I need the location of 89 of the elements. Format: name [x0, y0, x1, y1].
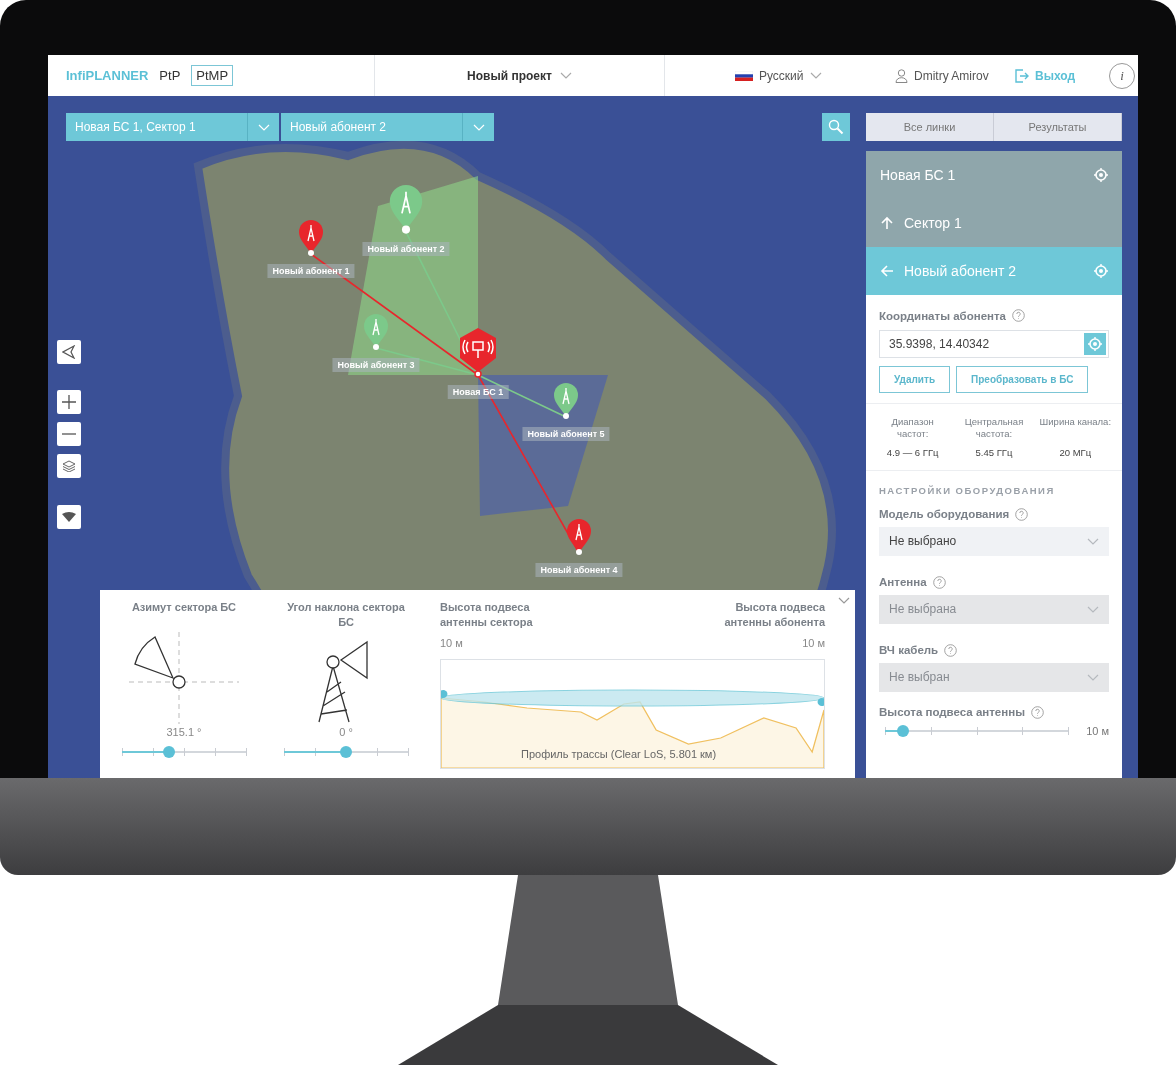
- app-logo: InfiPLANNER: [66, 68, 149, 83]
- tower-pin-icon[interactable]: [298, 219, 324, 257]
- field-label: ВЧ кабель: [879, 644, 939, 657]
- tower-pin-icon[interactable]: [553, 382, 579, 420]
- locate-button[interactable]: [1084, 333, 1106, 355]
- help-icon[interactable]: [1031, 705, 1044, 719]
- search-icon: [828, 119, 844, 135]
- tower-pin-icon[interactable]: [388, 183, 424, 235]
- chevron-down-icon: [257, 123, 270, 131]
- marker-label: Новый абонент 2: [362, 242, 450, 256]
- stat-label: Центральная частота:: [963, 416, 1025, 441]
- plus-icon: [62, 395, 76, 409]
- tree-item[interactable]: Сектор 1: [866, 199, 1122, 247]
- tree-item[interactable]: Новая БС 1: [866, 151, 1122, 199]
- chevron-down-icon: [559, 72, 572, 79]
- profile-caption: Профиль трассы (Clear LoS, 5.801 км): [521, 747, 717, 760]
- slider-reading: 315.1 °: [166, 726, 202, 738]
- signal-icon: [62, 512, 76, 522]
- project-menu[interactable]: Новый проект: [461, 67, 578, 84]
- layers-button[interactable]: [57, 454, 81, 478]
- base-station-marker-icon[interactable]: [458, 328, 498, 378]
- arrow-left-icon: [880, 264, 894, 278]
- stat-value: 4.9 — 6 ГГц: [885, 446, 940, 458]
- user-icon: [895, 68, 908, 83]
- arrow-up-icon: [880, 216, 894, 230]
- field-label: Высота подвеса антенны: [879, 706, 1025, 719]
- language-menu[interactable]: Русский: [729, 67, 889, 84]
- chevron-down-icon: [1087, 673, 1099, 681]
- chevron-down-icon: [1087, 537, 1099, 545]
- dropdown-field[interactable]: Не выбрано: [879, 526, 1109, 556]
- logout-icon: [1015, 68, 1029, 83]
- layers-icon: [62, 460, 76, 472]
- target-icon: [1094, 264, 1108, 278]
- info-button[interactable]: i: [1109, 62, 1135, 89]
- navigate-icon: [62, 345, 76, 359]
- help-icon[interactable]: [932, 575, 946, 589]
- slider-reading: 0 °: [339, 726, 353, 738]
- stat-value: 20 МГц: [1058, 446, 1093, 458]
- target-icon: [1094, 168, 1108, 182]
- flag-icon: [735, 70, 753, 81]
- map-selector[interactable]: Новый абонент 2: [281, 113, 494, 141]
- marker-label: Новый абонент 4: [535, 563, 623, 577]
- signal-button[interactable]: [57, 505, 81, 529]
- coordinates-field[interactable]: 35.9398, 14.40342: [879, 330, 1109, 358]
- stat-label: Ширина канала:: [1038, 416, 1113, 429]
- help-icon[interactable]: [1012, 309, 1025, 322]
- zoom-in-button[interactable]: [57, 390, 81, 414]
- panel-title: Высота подвеса антенны сектора: [440, 600, 534, 631]
- field-label: Антенна: [879, 576, 927, 589]
- panel-title: Азимут сектора БС: [131, 600, 237, 615]
- panel-tab[interactable]: Результаты: [994, 113, 1122, 141]
- tree-item[interactable]: Новый абонент 2: [866, 247, 1122, 295]
- marker-label: Новый абонент 3: [332, 358, 420, 372]
- panel-title: Высота подвеса антенны абонента: [723, 600, 825, 631]
- action-button[interactable]: Преобразовать в БС: [956, 366, 1089, 393]
- minus-icon: [62, 433, 76, 435]
- stat-value: 5.45 ГГц: [974, 446, 1014, 458]
- marker-label: Новый абонент 5: [522, 427, 610, 441]
- zoom-out-button[interactable]: [57, 422, 81, 446]
- action-button[interactable]: Удалить: [879, 366, 951, 393]
- tower-pin-icon[interactable]: [363, 313, 389, 351]
- search-button[interactable]: [822, 113, 850, 141]
- chevron-down-icon: [838, 596, 850, 604]
- panel-title: Угол наклона сектора БС: [286, 600, 406, 631]
- section-title: НАСТРОЙКИ ОБОРУДОВАНИЯ: [879, 484, 1056, 496]
- chevron-down-icon: [1087, 605, 1099, 613]
- slider-reading: 10 м: [1086, 724, 1109, 737]
- logout-link[interactable]: Выход: [1009, 67, 1109, 84]
- chevron-down-icon: [472, 123, 485, 131]
- tower-pin-icon[interactable]: [566, 518, 592, 556]
- target-icon: [1088, 337, 1102, 351]
- height-value: 10 м: [440, 636, 463, 649]
- mode-tab[interactable]: PtMP: [191, 65, 234, 86]
- stat-label: Диапазон частот:: [890, 416, 935, 441]
- help-icon[interactable]: [1015, 507, 1029, 521]
- marker-label: Новый абонент 1: [267, 264, 355, 278]
- help-icon[interactable]: [944, 643, 958, 657]
- slider-thumb[interactable]: [340, 746, 352, 758]
- panel-tab[interactable]: Все линки: [866, 113, 994, 141]
- field-label: Модель оборудования: [879, 508, 1010, 521]
- height-value: 10 м: [802, 636, 825, 649]
- chevron-down-icon: [809, 72, 822, 79]
- map-selector[interactable]: Новая БС 1, Сектор 1: [66, 113, 279, 141]
- user-menu[interactable]: Dmitry Amirov: [889, 67, 1009, 84]
- field-label: Координаты абонента: [879, 309, 1006, 322]
- slider-thumb[interactable]: [897, 724, 910, 737]
- navigate-button[interactable]: [57, 340, 81, 364]
- marker-label: Новая БС 1: [447, 385, 509, 399]
- slider-thumb[interactable]: [162, 746, 175, 758]
